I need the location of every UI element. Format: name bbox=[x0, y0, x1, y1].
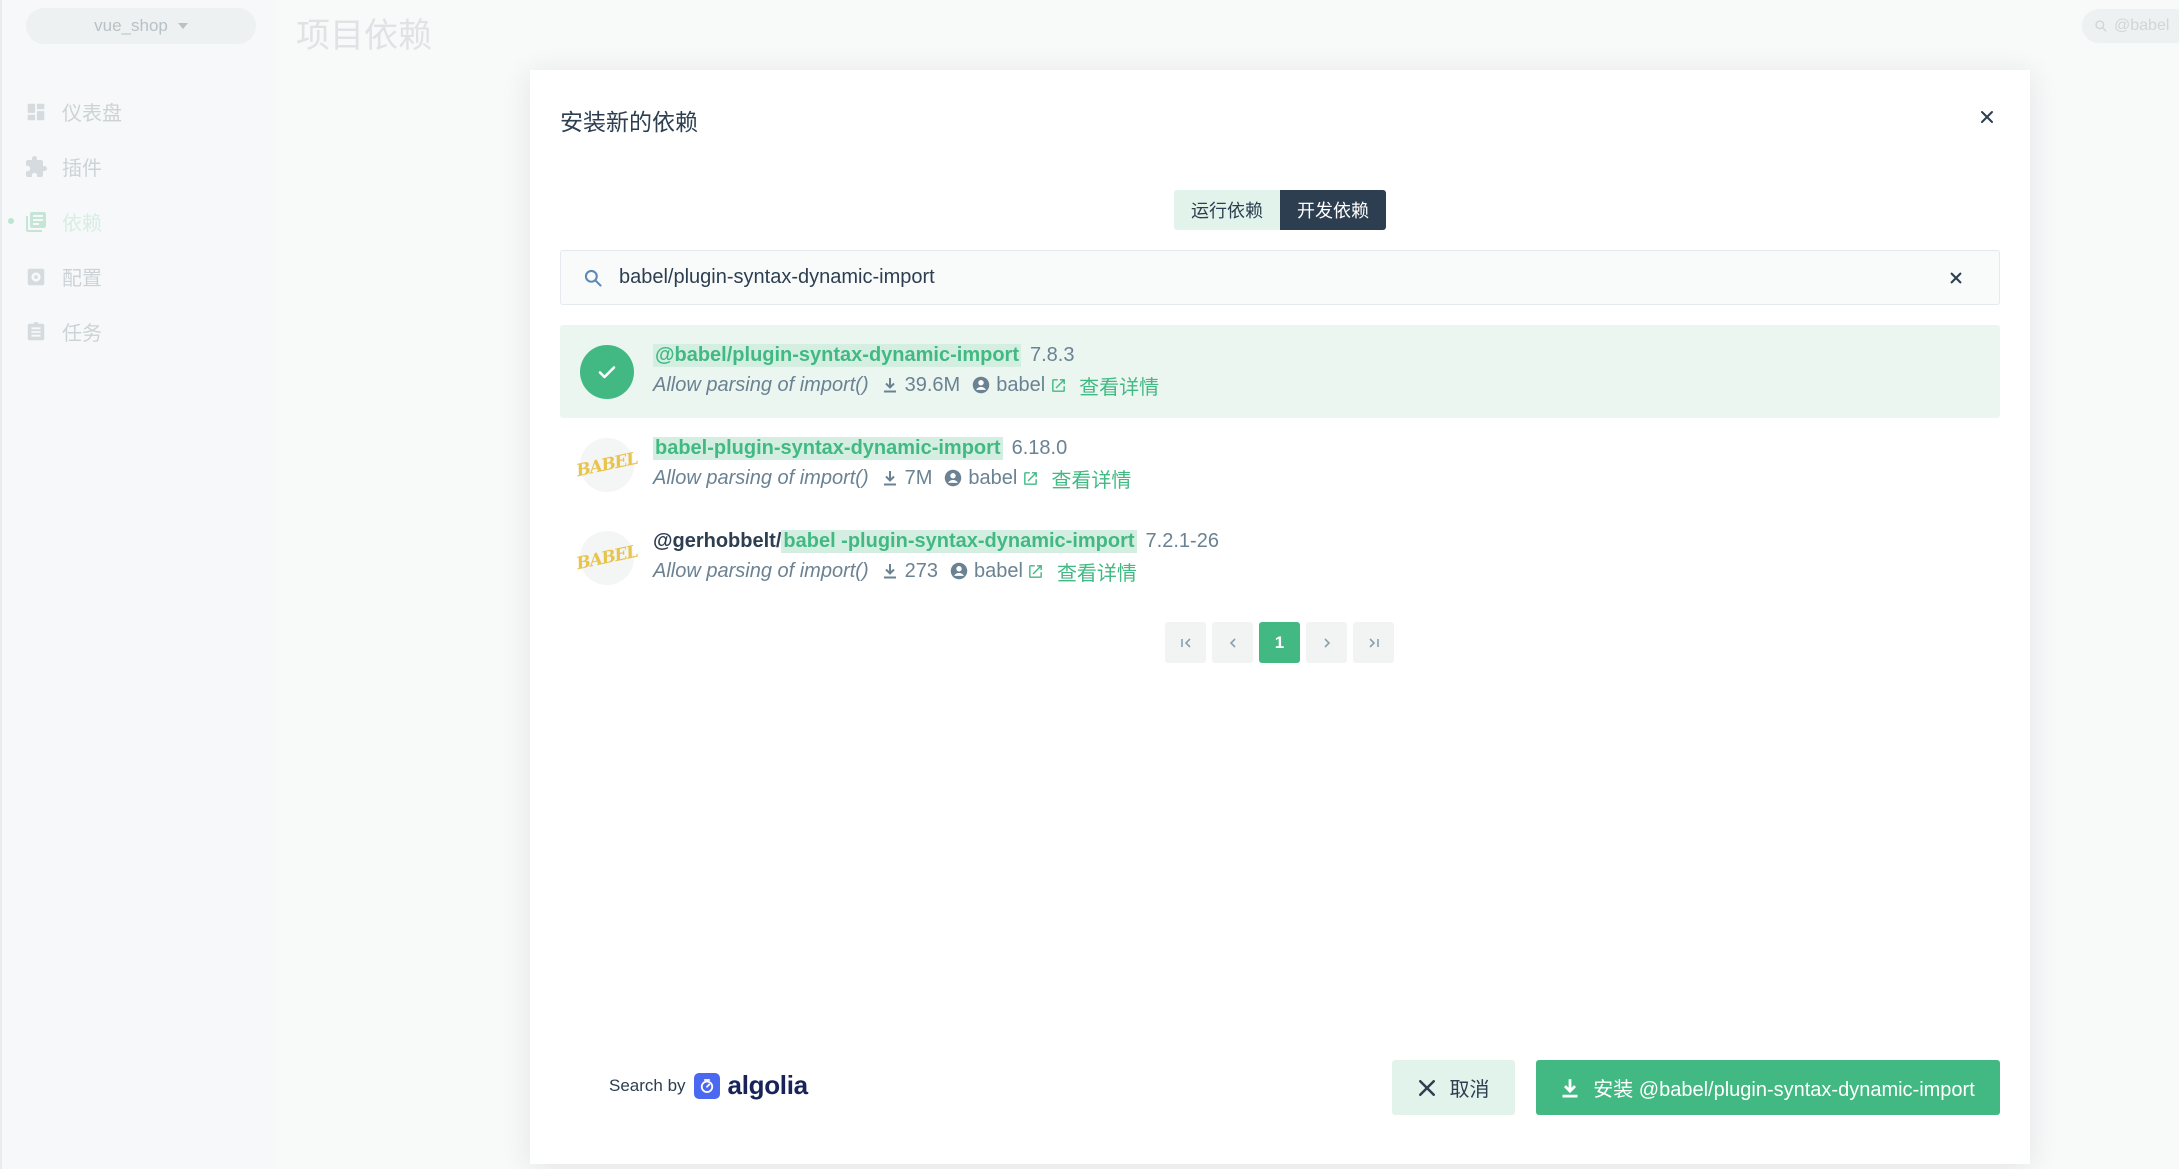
view-details-link[interactable]: 查看详情 bbox=[1021, 464, 1131, 493]
project-select[interactable]: vue_shop bbox=[26, 8, 256, 44]
sidebar-item-dependencies[interactable]: 依赖 bbox=[2, 194, 278, 249]
clipboard-icon bbox=[24, 320, 48, 344]
package-scope: @gerhobbelt/ bbox=[653, 529, 782, 552]
external-link-icon bbox=[1027, 562, 1045, 580]
list-item[interactable]: BABEL @gerhobbelt/ babel -plugin-syntax-… bbox=[560, 511, 2000, 604]
package-name: @babel/plugin-syntax-dynamic-import bbox=[653, 343, 1021, 367]
dashboard-icon bbox=[24, 100, 48, 124]
last-page-icon bbox=[1368, 637, 1379, 648]
cancel-button[interactable]: 取消 bbox=[1392, 1060, 1515, 1115]
search-icon bbox=[583, 267, 605, 289]
package-version: 6.18.0 bbox=[1011, 436, 1068, 459]
puzzle-icon bbox=[24, 155, 48, 179]
sidebar-item-plugins[interactable]: 插件 bbox=[2, 139, 278, 194]
package-search-box bbox=[560, 250, 2000, 305]
package-results-list: @babel/plugin-syntax-dynamic-import 7.8.… bbox=[560, 325, 2000, 604]
user-icon bbox=[950, 562, 968, 580]
package-description: Allow parsing of import() bbox=[653, 559, 869, 582]
search-by-label: Search by bbox=[609, 1075, 686, 1095]
package-downloads: 273 bbox=[904, 559, 938, 582]
sidebar-item-label: 插件 bbox=[62, 158, 102, 180]
install-label: 安装 @babel/plugin-syntax-dynamic-import bbox=[1593, 1079, 1975, 1101]
sidebar-item-label: 仪表盘 bbox=[62, 103, 122, 125]
install-button[interactable]: 安装 @babel/plugin-syntax-dynamic-import bbox=[1536, 1060, 2000, 1115]
package-owner: babel bbox=[968, 466, 1018, 489]
sidebar-item-config[interactable]: 配置 bbox=[2, 249, 278, 304]
prev-page-button[interactable] bbox=[1212, 622, 1253, 663]
chevron-right-icon bbox=[1323, 637, 1330, 648]
download-icon bbox=[881, 469, 899, 487]
page-button-current[interactable]: 1 bbox=[1259, 622, 1300, 663]
top-search-input[interactable]: @babel bbox=[2082, 9, 2179, 43]
tab-dev-dependencies[interactable]: 开发依赖 bbox=[1280, 190, 1386, 230]
view-details-label: 查看详情 bbox=[1051, 469, 1132, 492]
first-page-icon bbox=[1180, 637, 1191, 648]
clear-search-button[interactable] bbox=[1941, 263, 1971, 293]
list-item[interactable]: BABEL babel-plugin-syntax-dynamic-import… bbox=[560, 418, 2000, 511]
user-icon bbox=[972, 376, 990, 394]
view-details-link[interactable]: 查看详情 bbox=[1049, 371, 1159, 400]
sidebar-item-label: 配置 bbox=[62, 268, 102, 290]
package-description: Allow parsing of import() bbox=[653, 373, 869, 396]
sidebar-item-label: 任务 bbox=[62, 323, 102, 345]
package-version: 7.2.1-26 bbox=[1145, 529, 1219, 552]
external-link-icon bbox=[1021, 469, 1039, 487]
top-search-placeholder: @babel bbox=[2114, 17, 2170, 34]
package-owner: babel bbox=[996, 373, 1046, 396]
modal-title: 安装新的依赖 bbox=[560, 109, 698, 135]
chevron-down-icon bbox=[177, 23, 188, 29]
first-page-button[interactable] bbox=[1165, 622, 1206, 663]
download-icon bbox=[1562, 1078, 1578, 1097]
project-select-label: vue_shop bbox=[94, 16, 168, 35]
package-version: 7.8.3 bbox=[1029, 343, 1075, 366]
library-icon bbox=[24, 210, 48, 234]
view-details-label: 查看详情 bbox=[1079, 376, 1160, 399]
settings-icon bbox=[24, 265, 48, 289]
next-page-button[interactable] bbox=[1306, 622, 1347, 663]
external-link-icon bbox=[1049, 376, 1067, 394]
package-name: babel-plugin-syntax-dynamic-import bbox=[653, 436, 1003, 460]
package-name: babel -plugin-syntax-dynamic-import bbox=[781, 529, 1137, 553]
sidebar: vue_shop 仪表盘 插件 依赖 配置 任务 bbox=[0, 0, 276, 1169]
pagination: 1 bbox=[1165, 622, 1394, 663]
algolia-attribution[interactable]: Search by algolia bbox=[609, 1070, 808, 1101]
dependency-type-tabs: 运行依赖 开发依赖 bbox=[1174, 190, 1386, 230]
user-icon bbox=[944, 469, 962, 487]
download-icon bbox=[881, 376, 899, 394]
install-dependency-modal: 安装新的依赖 运行依赖 开发依赖 @babel/plugin-syntax-dy… bbox=[530, 70, 2030, 1164]
view-details-label: 查看详情 bbox=[1056, 562, 1137, 585]
chevron-left-icon bbox=[1229, 637, 1236, 648]
close-icon bbox=[1981, 111, 1993, 123]
package-downloads: 7M bbox=[904, 466, 933, 489]
algolia-logo-icon bbox=[693, 1072, 720, 1099]
sidebar-nav: 仪表盘 插件 依赖 配置 任务 bbox=[2, 84, 278, 359]
babel-logo-icon: BABEL bbox=[575, 437, 639, 492]
babel-logo-icon: BABEL bbox=[575, 530, 639, 585]
close-icon bbox=[1950, 272, 1962, 283]
close-button[interactable] bbox=[1970, 100, 2004, 134]
package-downloads: 39.6M bbox=[904, 373, 961, 396]
search-icon bbox=[2095, 20, 2107, 32]
download-icon bbox=[881, 562, 899, 580]
close-icon bbox=[1418, 1079, 1435, 1096]
cancel-label: 取消 bbox=[1449, 1079, 1490, 1101]
package-search-input[interactable] bbox=[619, 266, 1941, 289]
last-page-button[interactable] bbox=[1353, 622, 1394, 663]
algolia-wordmark: algolia bbox=[727, 1070, 809, 1100]
sidebar-item-label: 依赖 bbox=[62, 213, 102, 235]
check-icon bbox=[580, 344, 634, 399]
list-item[interactable]: @babel/plugin-syntax-dynamic-import 7.8.… bbox=[560, 325, 2000, 418]
package-owner: babel bbox=[974, 559, 1023, 582]
sidebar-item-tasks[interactable]: 任务 bbox=[2, 304, 278, 359]
package-description: Allow parsing of import() bbox=[653, 466, 869, 489]
view-details-link[interactable]: 查看详情 bbox=[1027, 557, 1137, 586]
sidebar-item-dashboard[interactable]: 仪表盘 bbox=[2, 84, 278, 139]
page-title: 项目依赖 bbox=[296, 17, 432, 55]
tab-runtime-dependencies[interactable]: 运行依赖 bbox=[1174, 190, 1280, 230]
